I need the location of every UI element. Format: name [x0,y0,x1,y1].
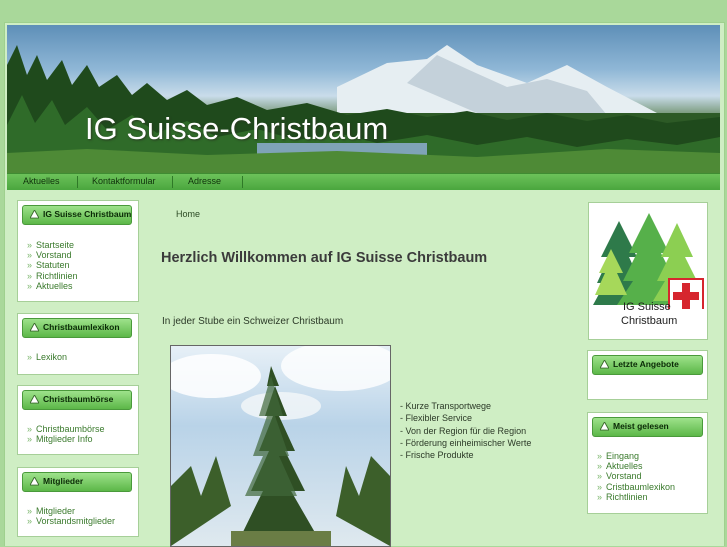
list-item: - Frische Produkte [400,450,474,461]
tree-icon [30,210,39,219]
sidebar-box-letzte-angebote: Letzte Angebote [587,350,708,400]
sidebar-box-christbaumlexikon: Christbaumlexikon » Lexikon [17,313,139,375]
christmas-tree-photo [170,345,391,547]
box-title: Christbaumbörse [43,394,114,404]
list-item: - Förderung einheimischer Werte [400,437,532,448]
sidebar-link-richtlinien[interactable]: » Richtlinien [597,492,675,502]
link-list: » Startseite » Vorstand » Statuten » Richtli… [27,240,78,291]
tree-icon [600,422,609,431]
box-title: Letzte Angebote [613,359,679,369]
list-item: - Von der Region für die Region [400,425,527,436]
nav-separator [242,176,243,188]
sidebar-link-eingang[interactable]: » Eingang [597,451,675,461]
link-list: » Mitglieder » Vorstandsmitglieder [27,506,115,526]
sidebar-link-vorstand[interactable]: » Vorstand [597,471,675,481]
sidebar-box-mitglieder: Mitglieder » Mitglieder » Vorstandsmitglie… [17,467,139,537]
box-header: IG Suisse Christbaum [22,205,132,225]
list-item: - Flexibler Service [400,413,473,424]
intro-text: In jeder Stube ein Schweizer Christbaum [162,316,344,327]
logo-text-line1: IG Suisse [623,301,671,313]
site-title: IG Suisse-Christbaum [85,111,389,146]
top-navigation: Aktuelles Kontaktformular Adresse [7,173,720,190]
box-header: Christbaumbörse [22,390,132,410]
nav-separator [77,176,78,188]
page-heading: Herzlich Willkommen auf IG Suisse Christ… [161,250,488,266]
link-list: » Christbaumbörse » Mitglieder Info [27,424,105,444]
tree-logo-icon [593,213,704,309]
nav-separator [172,176,173,188]
logo-text-line2: Christbaum [621,315,678,327]
sidebar-box-ig-suisse: IG Suisse Christbaum » Startseite » Vorsta… [17,200,139,302]
sidebar-link-aktuelles[interactable]: » Aktuelles [597,461,675,471]
sidebar-link-richtlinien[interactable]: » Richtlinien [27,271,78,281]
list-item: - Kurze Transportwege [400,401,492,411]
sidebar-link-christbaumboerse[interactable]: » Christbaumbörse [27,424,105,434]
sidebar-link-lexikon[interactable]: » Lexikon [27,352,67,362]
sidebar-box-meist-gelesen: Meist gelesen » Eingang » Aktuelles » Vorst… [587,412,708,514]
link-list: » Lexikon [27,352,67,362]
banner-landscape [7,45,720,173]
sidebar-link-mitglieder-info[interactable]: » Mitglieder Info [27,434,105,444]
box-title: Meist gelesen [613,421,669,431]
sidebar-link-vorstand[interactable]: » Vorstand [27,250,78,260]
box-header: Mitglieder [22,472,132,492]
logo-box: IG Suisse Christbaum [588,202,708,340]
nav-item-adresse[interactable]: Adresse [188,176,221,186]
sidebar-link-vorstandsmitglieder[interactable]: » Vorstandsmitglieder [27,516,115,526]
tree-icon [30,395,39,404]
tree-icon [30,477,39,486]
sidebar-link-aktuelles[interactable]: » Aktuelles [27,281,78,291]
sidebar-box-christbaumboerse: Christbaumbörse » Christbaumbörse » Mitgli… [17,385,139,455]
box-title: Christbaumlexikon [43,322,120,332]
nav-item-aktuelles[interactable]: Aktuelles [23,176,60,186]
box-title: Mitglieder [43,476,84,486]
sidebar-link-cristbaumlexikon[interactable]: » Cristbaumlexikon [597,482,675,492]
breadcrumb[interactable]: Home [176,209,200,219]
sidebar-link-statuten[interactable]: » Statuten [27,260,78,270]
box-title: IG Suisse Christbaum [43,209,132,219]
sidebar-link-mitglieder[interactable]: » Mitglieder [27,506,115,516]
sidebar-link-startseite[interactable]: » Startseite [27,240,78,250]
benefits-list: - Kurze Transportwege - Flexibler Servic… [400,400,531,461]
tree-icon [30,323,39,332]
box-header: Christbaumlexikon [22,318,132,338]
box-header: Meist gelesen [592,417,703,437]
link-list: » Eingang » Aktuelles » Vorstand » Cristbaum… [597,451,675,502]
header-banner: IG Suisse-Christbaum [7,25,720,173]
box-header: Letzte Angebote [592,355,703,375]
nav-item-kontaktformular[interactable]: Kontaktformular [92,176,156,186]
tree-icon [600,360,609,369]
